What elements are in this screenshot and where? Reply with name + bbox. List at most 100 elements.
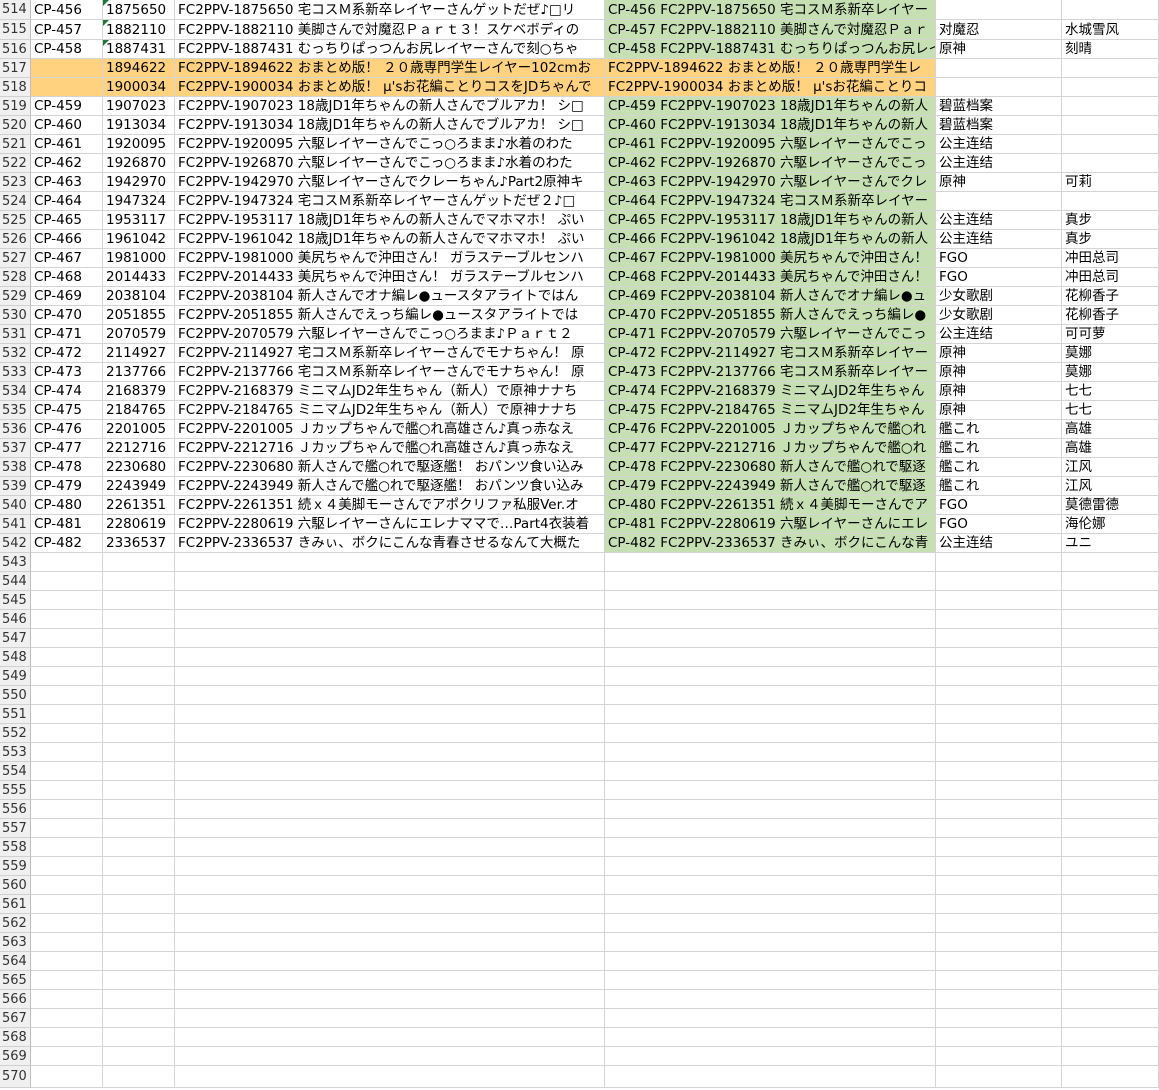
cell-number[interactable] (103, 800, 175, 819)
cell-title[interactable]: FC2PPV-2014433 美尻ちゃんで沖田さん！ ガラステーブルセンハ (175, 268, 605, 287)
cell-series[interactable] (936, 895, 1062, 914)
cell-character[interactable] (1062, 838, 1159, 857)
cell-character[interactable] (1062, 154, 1159, 173)
cell-number[interactable]: 2070579 (103, 325, 175, 344)
cell-id[interactable]: CP-465 (31, 211, 103, 230)
cell-character[interactable] (1062, 990, 1159, 1009)
cell-title[interactable]: FC2PPV-1961042 18歳JD1年ちゃんの新人さんでマホマホ！ ぷい (175, 230, 605, 249)
cell-series[interactable]: 艦これ (936, 458, 1062, 477)
cell-series[interactable]: FGO (936, 249, 1062, 268)
row-header[interactable]: 543 (0, 553, 31, 572)
cell-character[interactable] (1062, 116, 1159, 135)
cell-combined[interactable] (605, 572, 936, 591)
cell-character[interactable] (1062, 800, 1159, 819)
cell-title[interactable] (175, 952, 605, 971)
cell-series[interactable]: 原神 (936, 401, 1062, 420)
cell-id[interactable] (31, 572, 103, 591)
cell-series[interactable]: FGO (936, 268, 1062, 287)
cell-character[interactable] (1062, 553, 1159, 572)
cell-number[interactable] (103, 610, 175, 629)
cell-title[interactable] (175, 705, 605, 724)
cell-combined[interactable] (605, 838, 936, 857)
cell-combined[interactable] (605, 591, 936, 610)
cell-number[interactable] (103, 686, 175, 705)
row-header[interactable]: 517 (0, 59, 31, 78)
cell-title[interactable] (175, 933, 605, 952)
cell-id[interactable]: CP-475 (31, 401, 103, 420)
cell-id[interactable] (31, 553, 103, 572)
cell-id[interactable] (31, 1047, 103, 1066)
cell-character[interactable] (1062, 895, 1159, 914)
cell-combined[interactable] (605, 990, 936, 1009)
cell-combined[interactable]: CP-470 FC2PPV-2051855 新人さんでえっち編レ● (605, 306, 936, 325)
cell-number[interactable]: 2114927 (103, 344, 175, 363)
cell-combined[interactable]: FC2PPV-1900034 おまとめ版！ μ'sお花編ことりコ (605, 78, 936, 97)
cell-id[interactable] (31, 857, 103, 876)
row-header[interactable]: 531 (0, 325, 31, 344)
cell-series[interactable] (936, 1066, 1062, 1088)
cell-title[interactable]: FC2PPV-1981000 美尻ちゃんで沖田さん！ ガラステーブルセンハ (175, 249, 605, 268)
cell-title[interactable] (175, 895, 605, 914)
cell-title[interactable] (175, 591, 605, 610)
cell-number[interactable]: 1942970 (103, 173, 175, 192)
cell-title[interactable] (175, 1009, 605, 1028)
cell-combined[interactable] (605, 743, 936, 762)
cell-id[interactable]: CP-468 (31, 268, 103, 287)
cell-title[interactable] (175, 553, 605, 572)
cell-id[interactable] (31, 1009, 103, 1028)
cell-series[interactable] (936, 876, 1062, 895)
cell-id[interactable]: CP-463 (31, 173, 103, 192)
cell-character[interactable]: 真步 (1062, 211, 1159, 230)
row-header[interactable]: 565 (0, 971, 31, 990)
cell-id[interactable] (31, 1028, 103, 1047)
cell-character[interactable] (1062, 724, 1159, 743)
cell-character[interactable] (1062, 1028, 1159, 1047)
cell-title[interactable]: FC2PPV-2201005 Ｊカップちゃんで艦○れ高雄さん♪真っ赤なえ (175, 420, 605, 439)
cell-combined[interactable]: CP-478 FC2PPV-2230680 新人さんで艦○れで駆逐 (605, 458, 936, 477)
cell-combined[interactable]: CP-457 FC2PPV-1882110 美脚さんで対魔忍Ｐａｒ (605, 20, 936, 40)
cell-number[interactable] (103, 572, 175, 591)
cell-id[interactable]: CP-473 (31, 363, 103, 382)
cell-combined[interactable] (605, 648, 936, 667)
cell-title[interactable]: FC2PPV-2184765 ミニマムJD2年生ちゃん（新人）で原神ナナち (175, 401, 605, 420)
cell-id[interactable] (31, 724, 103, 743)
cell-character[interactable]: 花柳香子 (1062, 306, 1159, 325)
row-header[interactable]: 547 (0, 629, 31, 648)
row-header[interactable]: 557 (0, 819, 31, 838)
cell-series[interactable] (936, 1009, 1062, 1028)
cell-title[interactable] (175, 990, 605, 1009)
cell-number[interactable] (103, 914, 175, 933)
cell-character[interactable]: 海伦娜 (1062, 515, 1159, 534)
cell-series[interactable] (936, 686, 1062, 705)
cell-series[interactable] (936, 78, 1062, 97)
cell-combined[interactable]: CP-479 FC2PPV-2243949 新人さんで艦○れで駆逐 (605, 477, 936, 496)
cell-number[interactable]: 2280619 (103, 515, 175, 534)
row-header[interactable]: 555 (0, 781, 31, 800)
cell-character[interactable]: 莫娜 (1062, 363, 1159, 382)
cell-combined[interactable]: CP-467 FC2PPV-1981000 美尻ちゃんで沖田さん！ (605, 249, 936, 268)
cell-number[interactable] (103, 971, 175, 990)
row-header[interactable]: 545 (0, 591, 31, 610)
cell-series[interactable] (936, 781, 1062, 800)
cell-series[interactable] (936, 192, 1062, 211)
cell-number[interactable] (103, 933, 175, 952)
cell-number[interactable] (103, 952, 175, 971)
row-header[interactable]: 533 (0, 363, 31, 382)
row-header[interactable]: 528 (0, 268, 31, 287)
cell-character[interactable]: 可可萝 (1062, 325, 1159, 344)
cell-number[interactable] (103, 762, 175, 781)
cell-id[interactable]: CP-479 (31, 477, 103, 496)
cell-character[interactable] (1062, 743, 1159, 762)
cell-number[interactable] (103, 591, 175, 610)
cell-number[interactable]: 2137766 (103, 363, 175, 382)
cell-combined[interactable] (605, 914, 936, 933)
cell-title[interactable]: FC2PPV-1900034 おまとめ版！ μ'sお花編ことりコスをJDちゃんで (175, 78, 605, 97)
cell-character[interactable] (1062, 192, 1159, 211)
row-header[interactable]: 556 (0, 800, 31, 819)
row-header[interactable]: 552 (0, 724, 31, 743)
cell-combined[interactable] (605, 800, 936, 819)
cell-id[interactable] (31, 971, 103, 990)
row-header[interactable]: 523 (0, 173, 31, 192)
cell-character[interactable]: 冲田总司 (1062, 249, 1159, 268)
cell-character[interactable] (1062, 876, 1159, 895)
